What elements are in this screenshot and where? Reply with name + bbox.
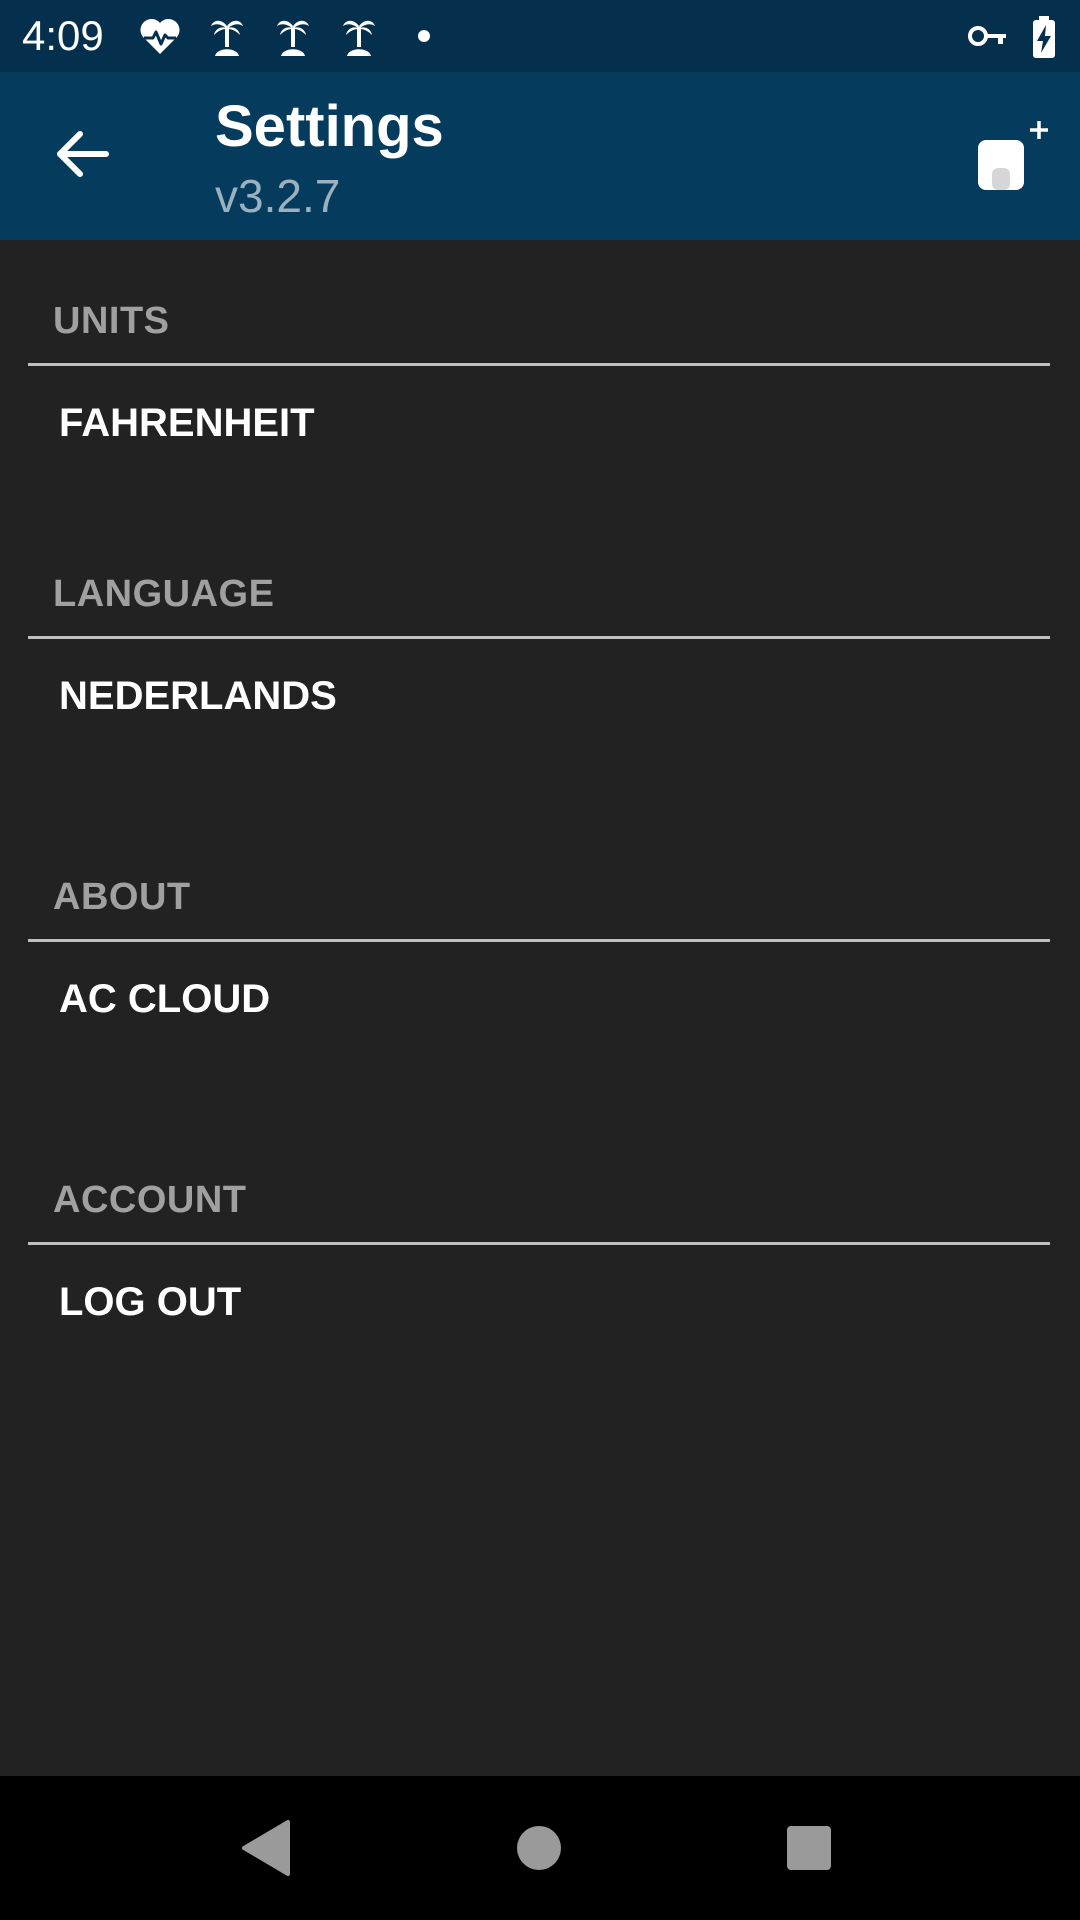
log-out-label: LOG OUT xyxy=(59,1280,242,1324)
app-version: v3.2.7 xyxy=(215,170,341,222)
section-header-units: UNITS xyxy=(53,300,170,342)
about-option-label: AC CLOUD xyxy=(59,977,271,1021)
nav-home-button[interactable] xyxy=(489,1798,589,1898)
nav-back-icon xyxy=(216,1820,316,1902)
status-bar: 4:09 xyxy=(0,0,1080,72)
about-option[interactable]: AC CLOUD xyxy=(28,942,1050,1052)
section-header-language: LANGUAGE xyxy=(53,573,275,615)
units-option[interactable]: FAHRENHEIT xyxy=(28,366,1050,476)
status-time: 4:09 xyxy=(22,12,104,59)
nav-home-icon xyxy=(489,1826,589,1902)
section-header-account: ACCOUNT xyxy=(53,1179,247,1221)
palm-tree-icon xyxy=(205,14,249,58)
back-button[interactable] xyxy=(40,108,130,198)
palm-tree-icon xyxy=(337,14,381,58)
language-option-label: NEDERLANDS xyxy=(59,674,337,718)
battery-charging-icon xyxy=(1022,14,1066,58)
nav-recents-icon xyxy=(759,1826,859,1902)
system-nav-bar xyxy=(0,1776,1080,1920)
add-device-icon xyxy=(966,121,1056,210)
settings-screen: 4:09 Settings v3.2.7 UNITS FAHRENHEIT LA… xyxy=(0,0,1080,1920)
units-option-label: FAHRENHEIT xyxy=(59,401,315,445)
arrow-left-icon xyxy=(40,131,130,202)
settings-list: UNITS FAHRENHEIT LANGUAGE NEDERLANDS ABO… xyxy=(0,240,1080,1776)
page-title: Settings xyxy=(215,94,444,159)
log-out-button[interactable]: LOG OUT xyxy=(28,1245,1050,1355)
language-option[interactable]: NEDERLANDS xyxy=(28,639,1050,749)
section-header-about: ABOUT xyxy=(53,876,191,918)
app-bar: Settings v3.2.7 xyxy=(0,72,1080,240)
nav-recents-button[interactable] xyxy=(759,1798,859,1898)
vpn-key-icon xyxy=(966,14,1010,58)
nav-back-button[interactable] xyxy=(216,1798,316,1898)
add-device-button[interactable] xyxy=(966,116,1056,206)
heart-pulse-icon xyxy=(138,14,182,58)
palm-tree-icon xyxy=(271,14,315,58)
dot-icon xyxy=(402,14,446,58)
